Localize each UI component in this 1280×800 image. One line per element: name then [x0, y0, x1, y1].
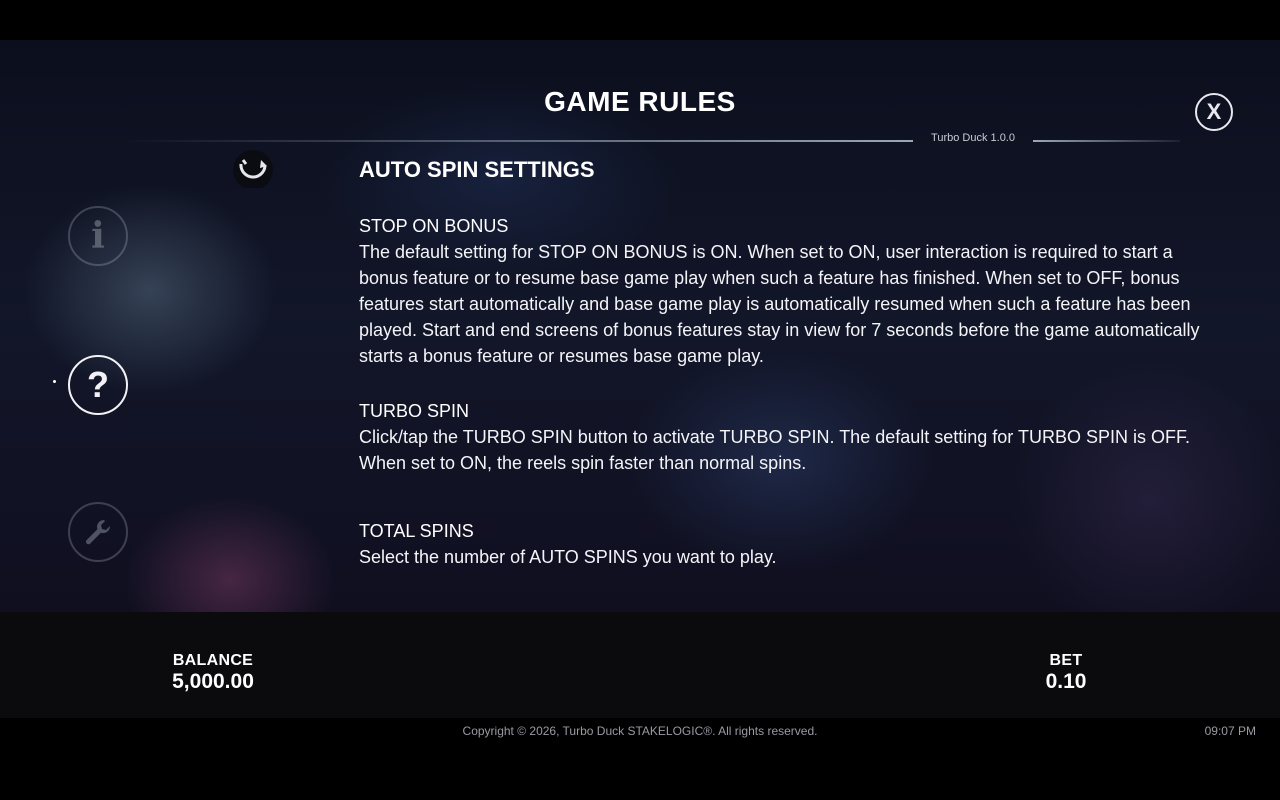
- help-icon: ?: [87, 364, 109, 405]
- bet-value: 0.10: [1045, 670, 1087, 693]
- turbo-spin-text: Click/tap the TURBO SPIN button to activ…: [359, 427, 1190, 473]
- bet-display: BET 0.10: [1006, 652, 1126, 694]
- clock: 09:07 PM: [1204, 724, 1256, 738]
- stop-on-bonus-block: STOP ON BONUS The default setting for ST…: [359, 213, 1209, 369]
- balance-label: BALANCE: [172, 652, 254, 669]
- close-button[interactable]: X: [1195, 93, 1233, 131]
- settings-button[interactable]: [68, 502, 128, 562]
- info-button[interactable]: i: [68, 206, 128, 266]
- divider-left: [120, 140, 913, 142]
- stop-on-bonus-title: STOP ON BONUS: [359, 216, 509, 236]
- stop-on-bonus-text: The default setting for STOP ON BONUS is…: [359, 242, 1200, 366]
- total-spins-title: TOTAL SPINS: [359, 521, 474, 541]
- copyright-text: Copyright © 2026, Turbo Duck STAKELOGIC®…: [462, 724, 818, 738]
- page-title: GAME RULES: [544, 86, 736, 117]
- total-spins-block: TOTAL SPINS Select the number of AUTO SP…: [359, 518, 1209, 570]
- version-label: Turbo Duck 1.0.0: [931, 132, 1015, 144]
- bet-label: BET: [1049, 652, 1083, 669]
- section-heading: AUTO SPIN SETTINGS: [359, 157, 595, 182]
- rules-content: AUTO SPIN SETTINGS STOP ON BONUS The def…: [359, 157, 1209, 570]
- wrench-icon: [86, 520, 111, 545]
- autospin-icon: [233, 150, 273, 188]
- close-icon: X: [1206, 99, 1222, 124]
- turbo-spin-block: TURBO SPIN Click/tap the TURBO SPIN butt…: [359, 398, 1209, 476]
- divider-right: [1033, 140, 1180, 142]
- total-spins-text: Select the number of AUTO SPINS you want…: [359, 547, 777, 567]
- help-button[interactable]: ?: [68, 355, 128, 415]
- balance-display: BALANCE 5,000.00: [133, 652, 293, 694]
- balance-value: 5,000.00: [172, 670, 254, 693]
- turbo-spin-title: TURBO SPIN: [359, 401, 470, 421]
- info-icon: i: [91, 215, 105, 257]
- active-indicator: [53, 380, 56, 383]
